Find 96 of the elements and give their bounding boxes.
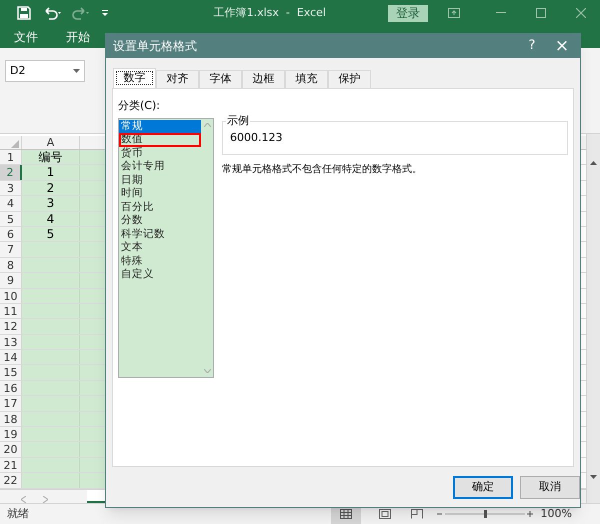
login-button[interactable]: 登录	[388, 4, 428, 22]
customize-icon[interactable]	[101, 9, 109, 17]
row-header[interactable]: 9	[0, 273, 22, 288]
minimize-icon[interactable]	[496, 12, 506, 14]
row-header[interactable]: 20	[0, 442, 22, 457]
dialog-title: 设置单元格格式	[113, 38, 198, 55]
scroll-left-icon[interactable]	[21, 496, 26, 503]
list-item[interactable]: 分数	[119, 214, 201, 228]
table-cell	[22, 258, 80, 272]
sample-value: 6000.123	[230, 130, 282, 146]
table-cell	[22, 273, 80, 288]
list-item[interactable]: 货币	[119, 146, 201, 160]
close-icon[interactable]	[576, 8, 586, 18]
page-layout-icon[interactable]	[378, 509, 391, 519]
row-header[interactable]: 14	[0, 350, 22, 364]
row-header[interactable]: 2	[0, 165, 22, 180]
table-cell: 5	[22, 226, 80, 242]
tab[interactable]: 对齐	[156, 70, 199, 88]
row-header[interactable]: 17	[0, 396, 22, 411]
table-cell	[22, 304, 80, 318]
dropdown-icon	[73, 69, 80, 73]
scroll-down-icon[interactable]	[590, 475, 597, 479]
table-cell	[22, 242, 80, 257]
name-box[interactable]: D2	[5, 60, 85, 82]
status-text: 就绪	[7, 506, 29, 522]
row-header[interactable]: 4	[0, 196, 22, 211]
save-icon[interactable]	[17, 6, 31, 20]
table-cell: 1	[22, 165, 80, 180]
grid-icon	[340, 509, 352, 519]
tab[interactable]: 边框	[242, 70, 285, 88]
row-header[interactable]: 16	[0, 380, 22, 396]
table-cell: 4	[22, 212, 80, 226]
table-cell	[22, 288, 80, 303]
list-item[interactable]: 自定义	[119, 268, 201, 282]
list-item[interactable]: 日期	[119, 174, 201, 187]
table-cell	[22, 442, 80, 457]
row-header[interactable]: 1	[0, 150, 22, 164]
redo-icon[interactable]	[71, 6, 91, 20]
description-text: 常规单元格格式不包含任何特定的数字格式。	[222, 162, 423, 177]
table-cell	[22, 458, 80, 472]
list-item[interactable]: 会计专用	[119, 160, 201, 174]
row-header[interactable]: 13	[0, 334, 22, 350]
column-header[interactable]: A	[22, 136, 80, 149]
row-header[interactable]: 3	[0, 180, 22, 196]
table-cell	[22, 412, 80, 426]
row-header[interactable]: 6	[0, 226, 22, 242]
close-button[interactable]: ×	[552, 38, 572, 54]
row-header[interactable]: 5	[0, 212, 22, 226]
row-header[interactable]: 7	[0, 242, 22, 257]
row-header[interactable]: 15	[0, 365, 22, 380]
help-button[interactable]: ?	[522, 36, 542, 56]
ribbon-tab[interactable]: 开始	[66, 28, 90, 46]
scroll-up-icon[interactable]	[590, 161, 597, 165]
ok-button[interactable]: 确定	[453, 476, 513, 499]
table-cell: 3	[22, 196, 80, 211]
tab[interactable]: 数字	[113, 68, 156, 88]
list-item[interactable]: 常规	[119, 120, 201, 133]
table-cell	[22, 319, 80, 334]
cancel-button[interactable]: 取消	[520, 476, 580, 499]
list-item[interactable]: 百分比	[119, 200, 201, 214]
table-cell	[22, 350, 80, 364]
table-cell: 2	[22, 180, 80, 196]
scroll-right-icon[interactable]	[43, 496, 48, 503]
table-cell	[22, 380, 80, 396]
list-item[interactable]: 特殊	[119, 254, 201, 268]
row-header[interactable]: 8	[0, 258, 22, 272]
ribbon-tab[interactable]: 文件	[14, 28, 38, 46]
row-header[interactable]: 12	[0, 319, 22, 334]
table-cell	[22, 473, 80, 488]
tab[interactable]: 保护	[328, 70, 371, 88]
table-cell	[22, 365, 80, 380]
zoom-percent[interactable]: 100%	[540, 506, 572, 522]
table-cell	[22, 334, 80, 350]
row-header[interactable]: 10	[0, 288, 22, 303]
vertical-scrollbar[interactable]	[586, 134, 600, 503]
row-header[interactable]: 18	[0, 412, 22, 426]
window-title: 工作簿1.xlsx - Excel	[214, 4, 326, 21]
undo-icon[interactable]	[43, 6, 63, 20]
select-all-icon[interactable]	[11, 140, 19, 148]
page-break-icon[interactable]	[410, 509, 423, 519]
zoom-slider-drawing[interactable]	[436, 509, 533, 519]
list-item[interactable]: 科学记数	[119, 228, 201, 241]
list-item[interactable]: 文本	[119, 241, 201, 254]
tab[interactable]: 填充	[285, 70, 328, 88]
row-header[interactable]: 19	[0, 427, 22, 442]
row-header[interactable]: 11	[0, 304, 22, 318]
list-item[interactable]: 时间	[119, 187, 201, 200]
ribbon-display-icon[interactable]	[448, 8, 460, 18]
row-header[interactable]: 22	[0, 473, 22, 488]
category-label: 分类(C):	[118, 98, 161, 114]
table-cell	[22, 427, 80, 442]
tab[interactable]: 字体	[199, 70, 242, 88]
row-header[interactable]: 21	[0, 458, 22, 472]
table-cell: 编号	[22, 150, 80, 164]
maximize-icon[interactable]	[536, 8, 546, 18]
table-cell	[22, 396, 80, 411]
